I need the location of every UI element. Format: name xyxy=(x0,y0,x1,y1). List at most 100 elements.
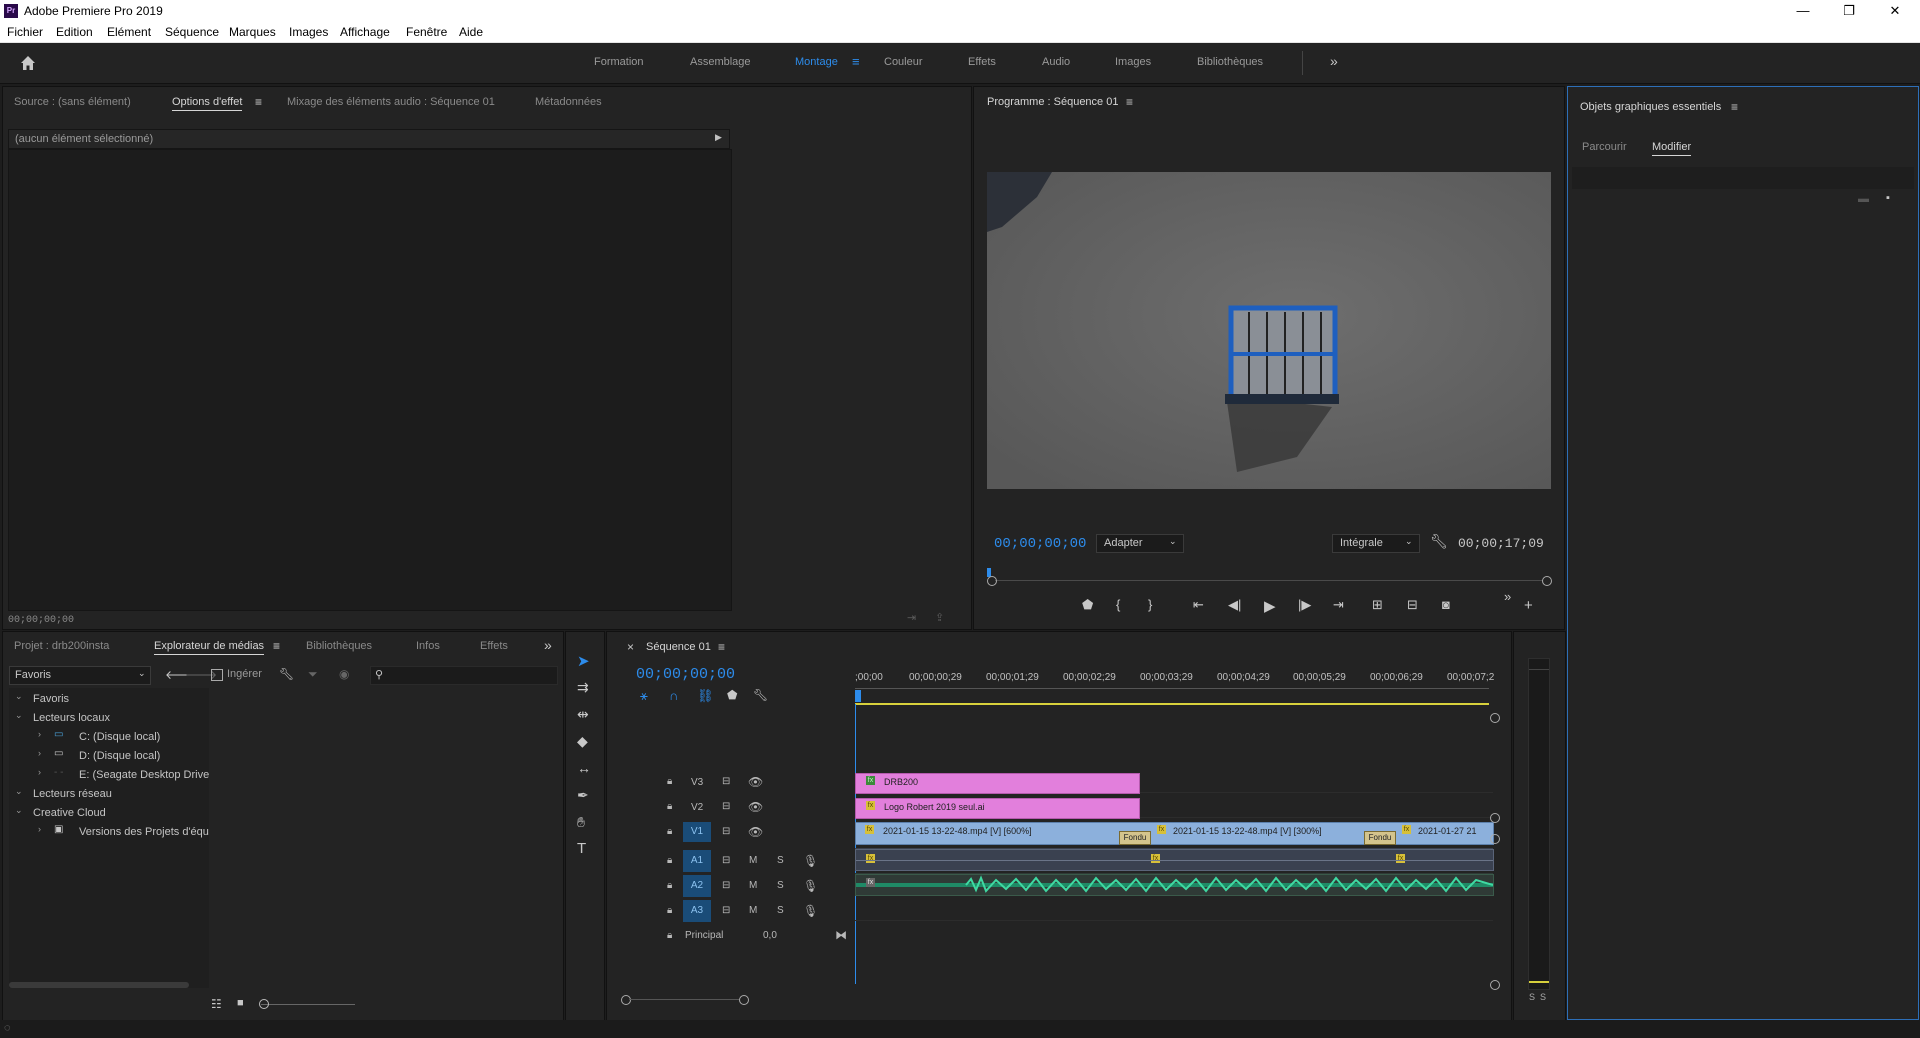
slip-tool-icon[interactable]: ↔ xyxy=(577,760,591,776)
sync-lock-icon[interactable]: ⊟ xyxy=(722,826,730,837)
tab-modifier[interactable]: Modifier xyxy=(1652,141,1692,156)
transition-fade-2[interactable]: Fondu xyxy=(1364,831,1396,845)
tree-item-drive-e[interactable]: E: (Seagate Desktop Drive xyxy=(79,769,209,781)
view-icon[interactable]: ◉ xyxy=(339,667,349,681)
tab-audio-clip-mixer[interactable]: Mixage des éléments audio : Séquence 01 xyxy=(287,96,495,108)
workspace-audio[interactable]: Audio xyxy=(1042,56,1070,68)
clip-v1-b[interactable]: fx 2021-01-15 13-22-48.mp4 [V] [300%] xyxy=(1153,823,1373,842)
close-button[interactable]: ✕ xyxy=(1872,0,1918,22)
project-more-icon[interactable]: » xyxy=(544,637,552,653)
track-select-tool-icon[interactable]: ⇉ xyxy=(577,679,589,696)
snap-icon[interactable]: ∩ xyxy=(669,688,678,703)
step-back-icon[interactable]: ◀︎| xyxy=(1228,597,1241,613)
close-sequence-icon[interactable]: × xyxy=(627,640,634,654)
track-label-v1[interactable]: V1 xyxy=(683,822,711,842)
media-browser-menu-icon[interactable]: ≡ xyxy=(273,639,280,653)
tab-parcourir[interactable]: Parcourir xyxy=(1582,141,1627,153)
vertical-zoom-bottom[interactable] xyxy=(1490,980,1500,990)
track-label-a1[interactable]: A1 xyxy=(683,850,711,872)
new-folder-icon[interactable]: ▬ xyxy=(1858,193,1869,205)
master-track-value[interactable]: 0,0 xyxy=(763,930,777,941)
sequence-menu-icon[interactable]: ≡ xyxy=(718,640,725,654)
essential-graphics-title[interactable]: Objets graphiques essentiels xyxy=(1580,101,1721,113)
eye-icon[interactable]: 👁︎ xyxy=(748,800,763,814)
sequence-tab[interactable]: Séquence 01 xyxy=(646,641,711,653)
tree-item-favorites[interactable]: Favoris xyxy=(33,693,69,705)
chevron-down-icon[interactable]: ⌄ xyxy=(15,691,23,702)
icon-view-icon[interactable]: ■ xyxy=(237,997,244,1009)
mute-button[interactable]: M xyxy=(749,905,757,916)
lock-icon[interactable]: 🔒︎ xyxy=(667,801,672,812)
workspace-more-icon[interactable]: » xyxy=(1330,53,1338,69)
clip-v3[interactable]: fx DRB200 xyxy=(855,773,1140,794)
track-label-a2[interactable]: A2 xyxy=(683,875,711,897)
go-to-in-icon[interactable]: ⇤ xyxy=(1193,597,1204,613)
program-time-ruler[interactable] xyxy=(987,568,1552,586)
lock-icon[interactable]: 🔒︎ xyxy=(667,880,672,891)
program-current-timecode[interactable]: 00;00;00;00 xyxy=(994,536,1086,552)
microphone-icon[interactable]: 🎙︎ xyxy=(803,879,818,893)
vertical-zoom-mid[interactable] xyxy=(1490,813,1500,823)
sync-lock-icon[interactable]: ⊟ xyxy=(722,855,730,866)
menu-edition[interactable]: Edition xyxy=(56,25,93,39)
lock-icon[interactable]: 🔒︎ xyxy=(667,855,672,866)
mute-button[interactable]: M xyxy=(749,880,757,891)
program-monitor-title[interactable]: Programme : Séquence 01 xyxy=(987,96,1118,108)
tab-media-browser[interactable]: Explorateur de médias xyxy=(154,640,265,655)
tab-effects[interactable]: Effets xyxy=(480,640,508,652)
menu-images[interactable]: Images xyxy=(289,25,328,39)
thumbnail-size-slider[interactable] xyxy=(261,1004,355,1005)
razor-tool-icon[interactable]: ◆ xyxy=(577,733,588,750)
menu-fenetre[interactable]: Fenêtre xyxy=(406,25,447,39)
workspace-effets[interactable]: Effets xyxy=(968,56,996,68)
quality-dropdown[interactable]: Intégrale ⌄ xyxy=(1332,534,1420,553)
tab-menu-icon[interactable]: ≡ xyxy=(255,95,262,109)
track-label-v3[interactable]: V3 xyxy=(691,777,703,788)
program-menu-icon[interactable]: ≡ xyxy=(1126,95,1133,109)
lock-icon[interactable]: 🔒︎ xyxy=(667,905,672,916)
track-label-v2[interactable]: V2 xyxy=(691,802,703,813)
vertical-zoom-mid2[interactable] xyxy=(1490,834,1500,844)
solo-right-button[interactable]: S xyxy=(1540,992,1546,1002)
tab-libraries[interactable]: Bibliothèques xyxy=(306,640,372,652)
more-controls-icon[interactable]: » xyxy=(1504,589,1511,604)
linked-selection-icon[interactable]: ⛓︎ xyxy=(697,688,714,704)
minimize-button[interactable]: — xyxy=(1780,0,1826,22)
sync-lock-icon[interactable]: ⊟ xyxy=(722,905,730,916)
timeline-playhead-handle[interactable] xyxy=(855,690,861,702)
tab-metadata[interactable]: Métadonnées xyxy=(535,96,602,108)
microphone-icon[interactable]: 🎙︎ xyxy=(803,904,818,918)
lock-icon[interactable]: 🔒︎ xyxy=(667,826,672,837)
solo-left-button[interactable]: S xyxy=(1529,992,1535,1002)
timeline-settings-icon[interactable]: 🔧︎ xyxy=(753,688,768,702)
extract-icon[interactable]: ⊟ xyxy=(1407,597,1418,613)
ripple-edit-tool-icon[interactable]: ⇹ xyxy=(577,706,589,723)
workspace-couleur[interactable]: Couleur xyxy=(884,56,923,68)
maximize-button[interactable]: ❐ xyxy=(1826,0,1872,22)
mute-button[interactable]: M xyxy=(749,855,757,866)
lock-icon[interactable]: 🔒︎ xyxy=(667,776,672,787)
tree-item-network-drives[interactable]: Lecteurs réseau xyxy=(33,788,112,800)
menu-affichage[interactable]: Affichage xyxy=(340,25,390,39)
chevron-down-icon[interactable]: ⌄ xyxy=(15,710,23,721)
add-marker-icon[interactable]: ⬟ xyxy=(727,688,737,702)
selection-tool-icon[interactable]: ➤ xyxy=(577,652,590,670)
tree-scrollbar[interactable] xyxy=(9,982,189,988)
chevron-right-icon[interactable]: › xyxy=(38,767,41,777)
filter-icon[interactable]: ⏷ xyxy=(308,667,318,682)
vertical-zoom-top[interactable] xyxy=(1490,713,1500,723)
camera-icon[interactable]: ◙ xyxy=(1442,597,1450,612)
work-area-bar[interactable] xyxy=(855,703,1489,705)
step-forward-icon[interactable]: |▶︎ xyxy=(1298,597,1311,613)
tree-item-drive-d[interactable]: D: (Disque local) xyxy=(79,750,160,762)
tab-source[interactable]: Source : (sans élément) xyxy=(14,96,131,108)
microphone-icon[interactable]: 🎙︎ xyxy=(803,854,818,868)
play-icon[interactable]: ▶ xyxy=(1264,597,1276,615)
menu-sequence[interactable]: Séquence xyxy=(165,25,219,39)
timeline-zoom-handle-left[interactable] xyxy=(621,995,631,1005)
tree-item-local-drives[interactable]: Lecteurs locaux xyxy=(33,712,110,724)
menu-element[interactable]: Elément xyxy=(107,25,151,39)
tree-item-team-projects[interactable]: Versions des Projets d'équ xyxy=(79,826,209,838)
chevron-right-icon[interactable]: › xyxy=(38,748,41,758)
timeline-timecode[interactable]: 00;00;00;00 xyxy=(636,666,735,683)
